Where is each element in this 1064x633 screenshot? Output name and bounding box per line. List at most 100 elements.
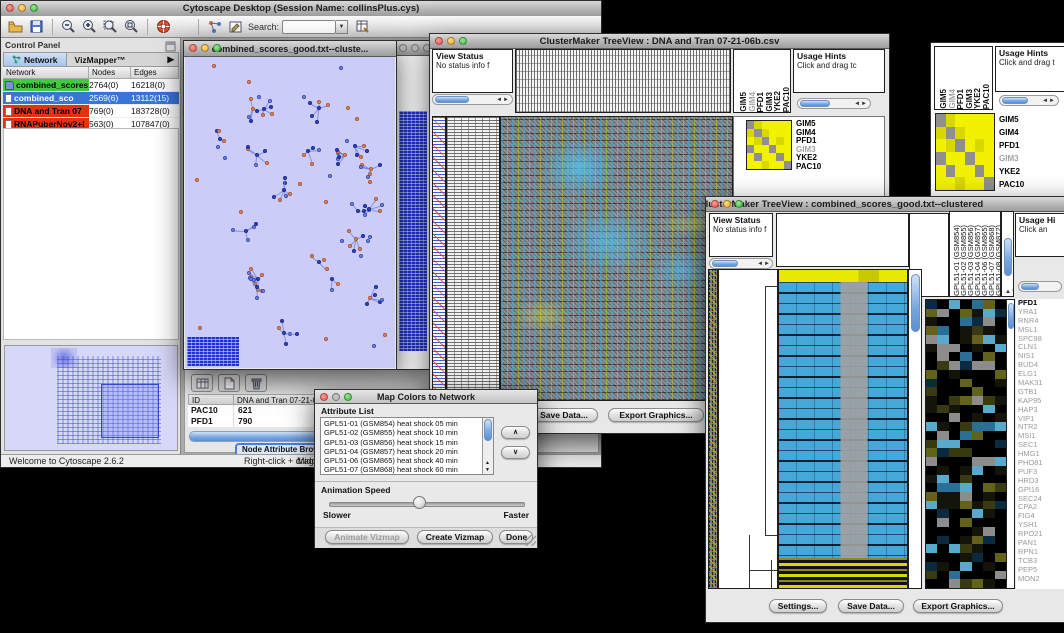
network-node[interactable] — [350, 202, 354, 206]
gene-label[interactable]: BUD4 — [1018, 361, 1064, 370]
scroll-down-icon[interactable]: ▼ — [485, 467, 490, 473]
network-node[interactable] — [212, 64, 216, 68]
network-table-row[interactable]: DNA and Tran 07 769(0) 183728(0) — [3, 105, 179, 118]
col-edges[interactable]: Edges — [131, 67, 179, 79]
network-node[interactable] — [330, 288, 334, 292]
minimize-icon[interactable] — [411, 44, 419, 52]
network-node[interactable] — [340, 239, 344, 243]
attribute-item[interactable]: GPL51-03 (GSM856) heat shock 15 min — [324, 438, 493, 447]
network-node[interactable] — [249, 277, 253, 281]
scroll-arrows-icon[interactable]: ◄► — [757, 261, 771, 267]
tab-vizmapper[interactable]: VizMapper™ — [67, 53, 134, 66]
annotation-icon[interactable] — [226, 18, 245, 36]
network-node[interactable] — [283, 176, 287, 180]
zoom-column-label[interactable]: YKE2 — [974, 88, 982, 109]
network-node[interactable] — [366, 239, 370, 243]
gene-label[interactable]: TCB3 — [1018, 557, 1064, 566]
network-node[interactable] — [315, 120, 319, 124]
help-lifering-icon[interactable] — [154, 18, 173, 36]
network-node[interactable] — [347, 229, 351, 233]
col-network[interactable]: Network — [3, 67, 89, 79]
column-labels-vscrollbar[interactable]: ▲▼ — [1001, 211, 1014, 297]
network-node[interactable] — [265, 161, 269, 165]
search-input[interactable] — [282, 20, 336, 34]
gene-label[interactable]: GPI16 — [1018, 486, 1064, 495]
row-dendrogram[interactable] — [446, 116, 500, 401]
gene-label[interactable]: NIS1 — [1018, 352, 1064, 361]
network-node[interactable] — [378, 209, 382, 213]
zoom-column-label[interactable]: PFD1 — [957, 89, 965, 109]
network-view-titlebar[interactable]: combined_scores_good.txt--cluste... — [184, 41, 396, 57]
save-data-button[interactable]: Save Data... — [530, 408, 598, 422]
import-network-icon[interactable] — [205, 18, 224, 36]
column-dendrogram[interactable] — [515, 49, 731, 113]
network-node[interactable] — [295, 332, 299, 336]
gene-label[interactable]: ELG1 — [1018, 370, 1064, 379]
network-node[interactable] — [255, 285, 259, 289]
scroll-arrows-icon[interactable]: ◄► — [1042, 98, 1056, 104]
zoom-heatmap-matrix[interactable] — [935, 113, 995, 191]
network-node[interactable] — [298, 182, 302, 186]
network-node[interactable] — [361, 234, 365, 238]
zoom-column-label[interactable]: GIM4 — [949, 89, 957, 109]
attribute-item[interactable]: GPL51-07 (GSM868) heat shock 60 min — [324, 465, 493, 474]
zoom-in-icon[interactable] — [80, 18, 99, 36]
window-controls[interactable] — [399, 44, 430, 52]
zoom-row-label[interactable]: GIM5 — [999, 113, 1039, 126]
zoom-selected-icon[interactable] — [122, 18, 141, 36]
network-node[interactable] — [363, 213, 367, 217]
network-node[interactable] — [310, 114, 314, 118]
network-node[interactable] — [282, 331, 286, 335]
network-node[interactable] — [355, 153, 359, 157]
minimize-icon[interactable] — [18, 4, 26, 12]
network-node[interactable] — [359, 254, 363, 258]
network-node[interactable] — [308, 101, 312, 105]
network-node[interactable] — [352, 249, 356, 253]
network-node[interactable] — [367, 207, 371, 211]
col-nodes[interactable]: Nodes — [89, 67, 131, 79]
gene-label[interactable]: RPN1 — [1018, 548, 1064, 557]
dialog-titlebar[interactable]: Map Colors to Network — [315, 390, 537, 404]
network-node[interactable] — [261, 289, 265, 293]
gene-label[interactable]: PEP5 — [1018, 566, 1064, 575]
zoom-fit-icon[interactable] — [101, 18, 120, 36]
network-node[interactable] — [374, 285, 378, 289]
tab-network[interactable]: Network — [4, 53, 67, 66]
network-node[interactable] — [255, 109, 259, 113]
zoom-vscrollbar[interactable] — [1006, 299, 1015, 589]
move-down-button[interactable]: ∨ — [501, 446, 530, 459]
zoom-window-icon[interactable] — [735, 200, 743, 208]
zoom-row-label[interactable]: PAC10 — [999, 178, 1039, 191]
global-heatmap[interactable] — [500, 116, 733, 401]
gene-label[interactable]: HRD3 — [1018, 477, 1064, 486]
network-node[interactable] — [317, 260, 321, 264]
network-node[interactable] — [339, 66, 343, 70]
network-node[interactable] — [324, 337, 328, 341]
network-node[interactable] — [322, 258, 326, 262]
listbox-vscrollbar[interactable]: ▲ ▼ — [482, 418, 493, 474]
network-node[interactable] — [302, 95, 306, 99]
gene-label[interactable]: PHO81 — [1018, 459, 1064, 468]
gene-label[interactable]: HMG1 — [1018, 450, 1064, 459]
close-icon[interactable] — [711, 200, 719, 208]
network-node[interactable] — [343, 153, 347, 157]
zoom-window-icon[interactable] — [30, 4, 38, 12]
network-node[interactable] — [310, 162, 314, 166]
window-controls[interactable] — [6, 4, 38, 12]
network-node[interactable] — [231, 228, 235, 232]
network-node[interactable] — [255, 296, 259, 300]
gene-label[interactable]: CLN1 — [1018, 343, 1064, 352]
zoom-column-label[interactable]: PAC10 — [983, 84, 991, 109]
tab-overflow-button[interactable]: ▶ — [163, 53, 178, 66]
zoom-window-icon[interactable] — [459, 37, 467, 45]
select-attributes-icon[interactable] — [191, 374, 213, 392]
export-graphics-button[interactable]: Export Graphics... — [913, 599, 1003, 613]
usage-hints-hscrollbar[interactable]: ◄► — [999, 95, 1059, 106]
gene-label[interactable]: VIP1 — [1018, 415, 1064, 424]
network-node[interactable] — [373, 293, 377, 297]
close-icon[interactable] — [399, 44, 407, 52]
gene-label[interactable]: KAP95 — [1018, 397, 1064, 406]
network-node[interactable] — [272, 195, 276, 199]
network-node[interactable] — [311, 146, 315, 150]
save-icon[interactable] — [27, 18, 46, 36]
